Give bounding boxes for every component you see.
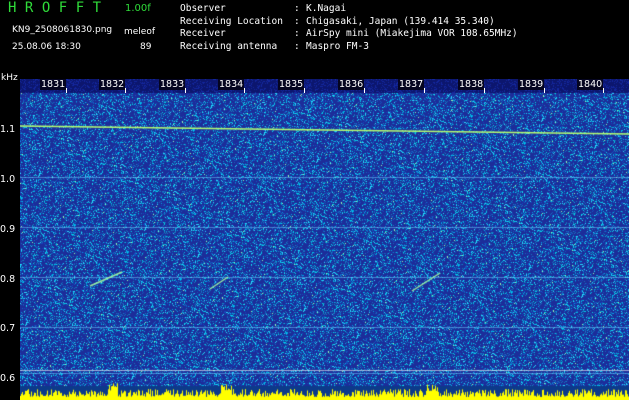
time-tick: [544, 88, 545, 93]
info-colon: :: [294, 3, 300, 14]
time-label: 1834: [218, 79, 245, 90]
info-value: Maspro FM-3: [306, 40, 369, 52]
time-tick: [304, 88, 305, 93]
info-row-location: Receiving Location: Chigasaki, Japan (139…: [180, 16, 518, 29]
time-tick: [125, 88, 126, 93]
observation-info: Observer: K.Nagai Receiving Location: Chig…: [180, 3, 518, 53]
time-label: 1835: [278, 79, 305, 90]
time-label: 1831: [40, 79, 67, 90]
app-title: HROFFT: [8, 0, 110, 16]
time-label: 1832: [99, 79, 126, 90]
info-value: K.Nagai: [306, 3, 347, 14]
info-key: Observer: [180, 3, 226, 14]
info-colon: :: [294, 15, 300, 27]
freq-label: 0.8: [0, 274, 16, 285]
info-colon: :: [294, 28, 300, 39]
time-axis: 1831 1832 1833 1834 1835 1836 1837 1838 1839 1840: [20, 79, 629, 93]
time-tick: [424, 88, 425, 93]
time-tick: [185, 88, 186, 93]
info-row-receiver: Receiver: AirSpy mini (Miakejima VOR 108.…: [180, 28, 518, 41]
info-row-observer: Observer: K.Nagai: [180, 3, 518, 16]
info-colon: :: [294, 40, 300, 52]
info-row-antenna: Receiving antenna: Maspro FM-3: [180, 41, 518, 54]
time-tick: [244, 88, 245, 93]
info-key: Receiving antenna: [180, 40, 278, 52]
time-label: 1833: [159, 79, 186, 90]
info-value: AirSpy mini (Miakejima VOR 108.65MHz): [306, 28, 518, 39]
info-key: Receiver: [180, 28, 226, 39]
info-key: Receiving Location: [180, 15, 283, 27]
meteor-count: 89: [140, 42, 152, 52]
date-time: 25.08.06 18:30: [12, 42, 81, 52]
version-label: 1.00f: [125, 3, 151, 14]
time-label: 1840: [577, 79, 604, 90]
file-name: KN9_2508061830.png: [12, 25, 113, 35]
time-tick: [484, 88, 485, 93]
freq-label: 0.7: [0, 323, 16, 334]
freq-unit-label: kHz: [1, 73, 18, 83]
info-value: Chigasaki, Japan (139.414 35.340): [306, 15, 495, 27]
freq-label: 0.9: [0, 224, 16, 235]
freq-label: 0.6: [0, 373, 16, 384]
time-label: 1839: [518, 79, 545, 90]
time-label: 1837: [398, 79, 425, 90]
freq-label: 1.0: [0, 174, 16, 185]
freq-label: 1.1: [0, 124, 16, 135]
time-tick: [66, 88, 67, 93]
spectrogram-canvas: [20, 79, 629, 400]
time-tick: [364, 88, 365, 93]
time-label: 1838: [458, 79, 485, 90]
time-tick: [603, 88, 604, 93]
time-label: 1836: [338, 79, 365, 90]
unit-label: meleof: [124, 27, 156, 37]
